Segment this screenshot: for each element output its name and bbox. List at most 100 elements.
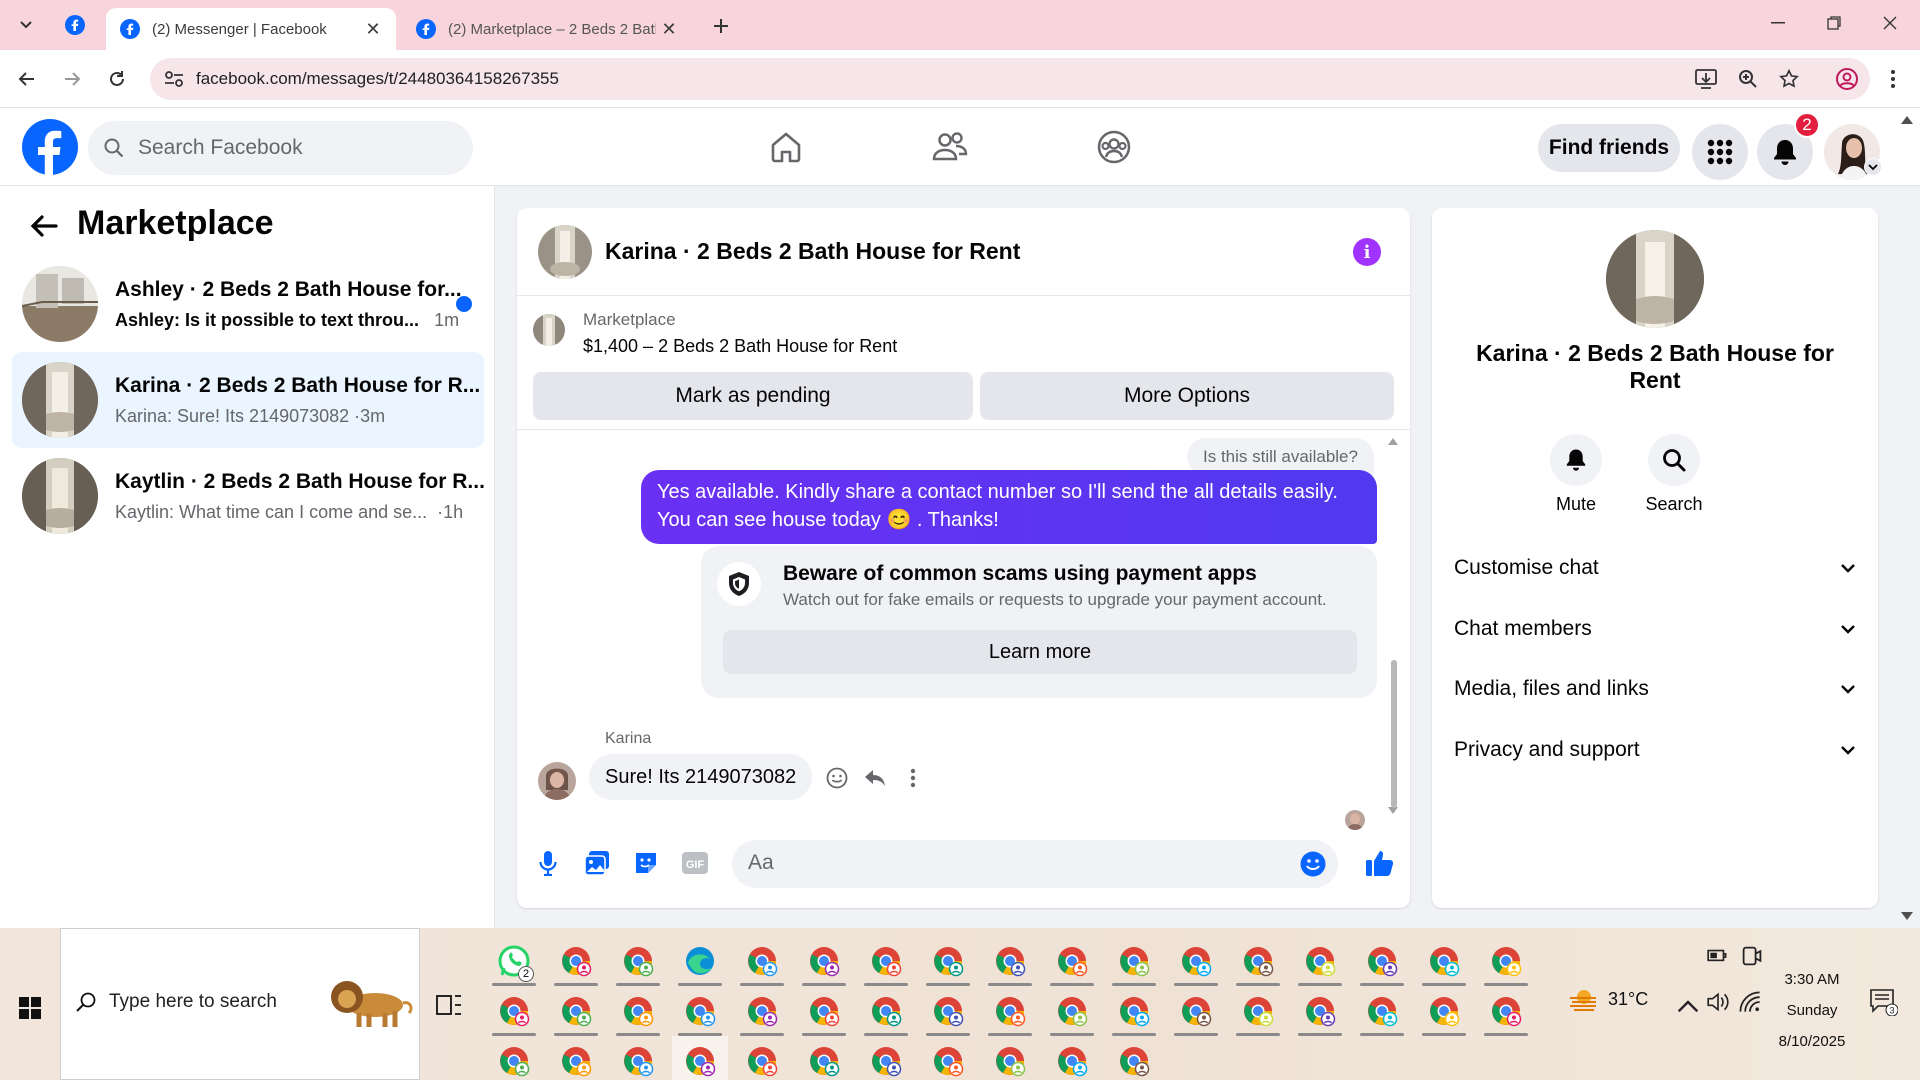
- more-options-button[interactable]: More Options: [980, 372, 1394, 420]
- page-scroll-up-icon[interactable]: [1900, 114, 1914, 126]
- new-tab-button[interactable]: [706, 12, 736, 40]
- chrome-profile-app[interactable]: [610, 1036, 666, 1080]
- thumbs-up-icon[interactable]: [1363, 846, 1397, 880]
- chrome-profile-app[interactable]: [486, 986, 542, 1036]
- chrome-profile-app[interactable]: [982, 1036, 1038, 1080]
- home-nav[interactable]: [756, 122, 816, 172]
- chat-title[interactable]: Karina · 2 Beds 2 Bath House for Rent: [605, 238, 1020, 265]
- pinned-facebook-tab[interactable]: [62, 12, 88, 38]
- minimize-button[interactable]: [1750, 0, 1806, 46]
- received-message-bubble[interactable]: Sure! Its 2149073082: [589, 754, 813, 800]
- speaker-icon[interactable]: [1706, 990, 1730, 1014]
- tab-marketplace[interactable]: (2) Marketplace – 2 Beds 2 Bath ✕: [402, 8, 692, 50]
- gallery-icon[interactable]: [580, 846, 614, 880]
- whatsapp-app[interactable]: 2: [486, 936, 542, 986]
- account-dropdown-icon[interactable]: [1864, 158, 1882, 176]
- chrome-profile-app[interactable]: [982, 936, 1038, 986]
- chrome-profile-app[interactable]: [920, 1036, 976, 1080]
- chrome-profile-app[interactable]: [672, 1036, 728, 1080]
- chrome-profile-app[interactable]: [1044, 1036, 1100, 1080]
- section-privacy-support[interactable]: Privacy and support: [1454, 724, 1864, 776]
- windows-start-icon[interactable]: [10, 988, 50, 1028]
- chrome-profile-app[interactable]: [1354, 936, 1410, 986]
- mute-button[interactable]: Mute: [1531, 434, 1621, 515]
- chrome-profile-app[interactable]: [1478, 986, 1534, 1036]
- sender-avatar[interactable]: [538, 762, 576, 800]
- learn-more-button[interactable]: Learn more: [723, 630, 1357, 674]
- chrome-profile-app[interactable]: [796, 986, 852, 1036]
- tab-search-button[interactable]: [12, 12, 40, 38]
- microphone-icon[interactable]: [531, 846, 565, 880]
- chrome-profile-app[interactable]: [1106, 986, 1162, 1036]
- browser-menu-button[interactable]: [1876, 62, 1910, 96]
- back-button[interactable]: [26, 208, 62, 244]
- listing-title[interactable]: $1,400 – 2 Beds 2 Bath House for Rent: [583, 336, 897, 357]
- chrome-profile-app[interactable]: [1168, 936, 1224, 986]
- conversation-item[interactable]: Kaytlin · 2 Beds 2 Bath House for R... K…: [12, 448, 485, 544]
- scroll-up-arrow-icon[interactable]: [1387, 436, 1399, 446]
- react-emoji-icon[interactable]: [823, 764, 851, 792]
- menu-button[interactable]: [1692, 124, 1748, 180]
- emoji-icon[interactable]: [1300, 851, 1326, 877]
- friends-nav[interactable]: [920, 122, 980, 172]
- chrome-profile-app[interactable]: [1416, 936, 1472, 986]
- notification-center-button[interactable]: 3: [1868, 986, 1904, 1022]
- facebook-logo-icon[interactable]: [22, 119, 78, 175]
- more-actions-icon[interactable]: [899, 764, 927, 792]
- chrome-profile-app[interactable]: [982, 986, 1038, 1036]
- section-media-files-links[interactable]: Media, files and links: [1454, 663, 1864, 715]
- section-customise-chat[interactable]: Customise chat: [1454, 542, 1864, 594]
- chrome-profile-app[interactable]: [796, 1036, 852, 1080]
- groups-nav[interactable]: [1084, 122, 1144, 172]
- reload-button[interactable]: [100, 62, 134, 96]
- chrome-profile-app[interactable]: [610, 936, 666, 986]
- chrome-profile-app[interactable]: [920, 986, 976, 1036]
- sent-message-bubble[interactable]: Yes available. Kindly share a contact nu…: [641, 470, 1377, 544]
- omnibox[interactable]: facebook.com/messages/t/2448036415826735…: [150, 58, 1870, 100]
- chrome-profile-app[interactable]: [548, 986, 604, 1036]
- chrome-profile-app[interactable]: [1292, 986, 1348, 1036]
- forward-button[interactable]: [55, 62, 89, 96]
- chrome-profile-app[interactable]: [548, 1036, 604, 1080]
- chrome-profile-app[interactable]: [1230, 986, 1286, 1036]
- chrome-profile-app[interactable]: [1106, 1036, 1162, 1080]
- section-chat-members[interactable]: Chat members: [1454, 603, 1864, 655]
- info-icon[interactable]: i: [1353, 238, 1381, 266]
- find-friends-button[interactable]: Find friends: [1538, 124, 1680, 172]
- task-view-icon[interactable]: [434, 990, 464, 1020]
- chat-avatar[interactable]: [538, 225, 592, 279]
- chrome-profile-app[interactable]: [672, 986, 728, 1036]
- chrome-profile-app[interactable]: [734, 936, 790, 986]
- chrome-profile-app[interactable]: [1044, 936, 1100, 986]
- profile-button[interactable]: [1830, 62, 1864, 96]
- sticker-icon[interactable]: [629, 846, 663, 880]
- mark-as-pending-button[interactable]: Mark as pending: [533, 372, 973, 420]
- facebook-search-input[interactable]: [138, 136, 438, 160]
- facebook-search[interactable]: [88, 121, 473, 175]
- chrome-profile-app[interactable]: [1230, 936, 1286, 986]
- message-input-field[interactable]: [732, 840, 1338, 888]
- chrome-profile-app[interactable]: [1478, 936, 1534, 986]
- weather-widget[interactable]: 31°C: [1568, 986, 1648, 1012]
- chat-scrollbar-thumb[interactable]: [1391, 660, 1397, 808]
- battery-icon[interactable]: [1706, 944, 1730, 968]
- chrome-profile-app[interactable]: [858, 936, 914, 986]
- taskbar-search-box[interactable]: [60, 928, 420, 1080]
- chrome-profile-app[interactable]: [920, 936, 976, 986]
- message-input[interactable]: [748, 851, 1268, 875]
- chrome-profile-app[interactable]: [1292, 936, 1348, 986]
- taskbar-search-input[interactable]: [109, 991, 329, 1013]
- chrome-profile-app[interactable]: [796, 936, 852, 986]
- conversation-item[interactable]: Karina · 2 Beds 2 Bath House for R... Ka…: [12, 352, 484, 448]
- wifi-icon[interactable]: [1738, 990, 1762, 1014]
- reply-icon[interactable]: [861, 764, 889, 792]
- listing-thumbnail[interactable]: [533, 314, 565, 346]
- chrome-profile-app[interactable]: [858, 1036, 914, 1080]
- chrome-profile-app[interactable]: [486, 1036, 542, 1080]
- back-button[interactable]: [10, 62, 44, 96]
- chrome-profile-app[interactable]: [548, 936, 604, 986]
- close-window-button[interactable]: [1862, 0, 1918, 46]
- contact-avatar[interactable]: [1606, 230, 1704, 328]
- gif-icon[interactable]: GIF: [678, 846, 712, 880]
- close-tab-icon[interactable]: ✕: [360, 16, 386, 42]
